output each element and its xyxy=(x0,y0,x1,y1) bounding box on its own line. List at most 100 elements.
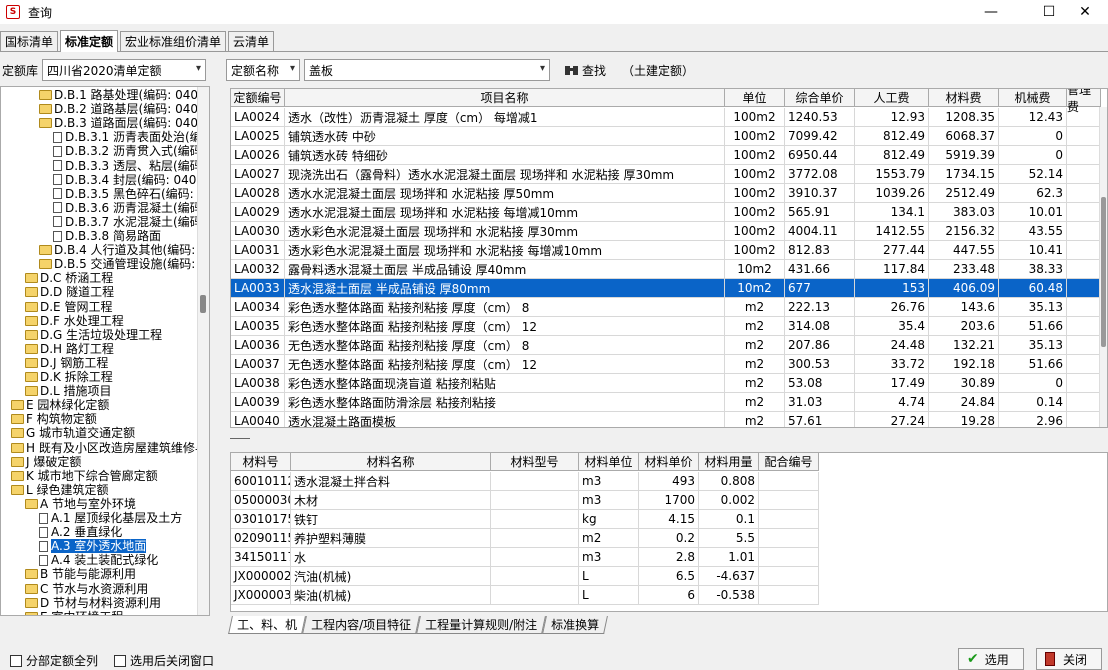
tree-node[interactable]: D.B.3.2 沥青贯入式(编码 xyxy=(53,144,202,158)
column-header[interactable]: 材料用量 xyxy=(699,453,759,471)
checkbox-box[interactable] xyxy=(114,654,126,667)
tree-node[interactable]: D.K 拆除工程 xyxy=(25,370,113,384)
tree-node[interactable]: G 城市轨道交通定额 xyxy=(11,426,135,440)
tree-node[interactable]: D.B.3.8 简易路面 xyxy=(53,229,161,243)
tree-node-label: D 节材与材料资源利用 xyxy=(40,595,162,610)
tree-node[interactable]: D.C 桥涵工程 xyxy=(25,271,113,285)
column-header[interactable]: 材料单位 xyxy=(579,453,639,471)
column-header[interactable]: 材料型号 xyxy=(491,453,579,471)
tree-node[interactable]: D.B.3.3 透层、粘层(编码 xyxy=(53,159,202,173)
source-tabs: 国标清单 标准定额 宏业标准组价清单 云清单 xyxy=(0,30,1108,52)
column-header[interactable]: 单位 xyxy=(725,89,785,107)
tree-node-label: D.B.3.1 沥青表面处治(编 xyxy=(65,130,202,145)
tree-node[interactable]: D.E 管网工程 xyxy=(25,300,112,314)
table-cell: 4.74 xyxy=(855,393,929,412)
column-header[interactable]: 材料费 xyxy=(929,89,999,107)
column-header[interactable]: 材料号 xyxy=(231,453,291,471)
tree-node-label: D.B.2 道路基层(编码: 040 xyxy=(54,102,198,117)
tree-scroll-thumb[interactable] xyxy=(200,295,206,313)
close-button[interactable]: 关闭 xyxy=(1036,648,1102,670)
tree-node[interactable]: D.B.3.7 水泥混凝土(编码 xyxy=(53,215,202,229)
tree-node[interactable]: D.F 水处理工程 xyxy=(25,314,124,328)
tab-hongye-pricing[interactable]: 宏业标准组价清单 xyxy=(120,31,227,51)
tree-scrollbar[interactable] xyxy=(197,87,209,615)
find-button[interactable]: 查找 xyxy=(564,62,606,79)
tree-node[interactable]: J 爆破定额 xyxy=(11,455,81,469)
tab-cloud-list[interactable]: 云清单 xyxy=(228,31,275,51)
tree-node[interactable]: D.H 路灯工程 xyxy=(25,342,114,356)
list-all-checkbox[interactable]: 分部定额全列 xyxy=(10,652,98,669)
table-cell: 431.66 xyxy=(785,260,855,279)
tree-node[interactable]: K 城市地下综合管廊定额 xyxy=(11,469,158,483)
column-header[interactable]: 管理费 xyxy=(1067,89,1101,114)
table-cell: 30.89 xyxy=(929,374,999,393)
tab-calc-rules[interactable]: 工程量计算规则/附注 xyxy=(416,616,547,634)
table-cell: 812.49 xyxy=(855,127,929,146)
tree-node[interactable]: D.B.3.4 封层(编码: 040 xyxy=(53,173,196,187)
table-cell: m3 xyxy=(579,491,639,510)
tree-node[interactable]: D 节材与材料资源利用 xyxy=(25,596,161,610)
quota-table[interactable]: 定额编号 项目名称 单位 综合单价 人工费 材料费 机械费 管理费 LA0024 透水（改性）沥… xyxy=(230,88,1108,428)
tree-node[interactable]: E 园林绿化定额 xyxy=(11,398,109,412)
tree-node[interactable]: A.3 室外透水地面 xyxy=(39,539,147,554)
column-header[interactable]: 材料单价 xyxy=(639,453,699,471)
tab-national-list[interactable]: 国标清单 xyxy=(0,31,59,51)
column-header[interactable]: 定额编号 xyxy=(231,89,285,107)
tab-standard-quota[interactable]: 标准定额 xyxy=(60,30,119,52)
checkbox-box[interactable] xyxy=(10,654,22,667)
column-header[interactable]: 综合单价 xyxy=(785,89,855,107)
tree-node[interactable]: D.B.3.6 沥青混凝土(编码 xyxy=(53,201,202,215)
tab-work-content[interactable]: 工程内容/项目特征 xyxy=(302,616,420,634)
column-header[interactable]: 配合编号 xyxy=(759,453,819,471)
splitter-handle[interactable] xyxy=(230,438,250,439)
tree-node[interactable]: D.J 钢筋工程 xyxy=(25,356,108,370)
tree-node[interactable]: H 既有及小区改造房屋建筑维修与 xyxy=(11,441,207,455)
tree-node[interactable]: D.B.5 交通管理设施(编码: ( xyxy=(39,257,204,271)
tree-node[interactable]: D.B.3 道路面层(编码: 040 xyxy=(39,116,198,130)
table-cell: 35.4 xyxy=(855,317,929,336)
quota-scrollbar[interactable] xyxy=(1099,107,1107,427)
table-cell xyxy=(759,567,819,586)
tree-node[interactable]: L 绿色建筑定额 xyxy=(11,483,109,497)
table-cell xyxy=(759,529,819,548)
chevron-down-icon: ▾ xyxy=(539,63,545,74)
tree-node[interactable]: F 构筑物定额 xyxy=(11,412,97,426)
tree-node[interactable]: D.B.3.1 沥青表面处治(编 xyxy=(53,130,202,144)
close-after-select-checkbox[interactable]: 选用后关闭窗口 xyxy=(114,652,214,669)
search-field-select[interactable]: 定额名称 ▾ xyxy=(226,59,300,81)
column-header[interactable]: 材料名称 xyxy=(291,453,491,471)
tree-node[interactable]: E 室内环境工程 xyxy=(25,610,123,615)
quota-tree[interactable]: D.B.1 路基处理(编码: 040 D.B.2 道路基层(编码: 040 D.B.… xyxy=(0,86,210,616)
document-icon xyxy=(53,202,62,214)
select-button[interactable]: ✔ 选用 xyxy=(958,648,1024,670)
tree-node[interactable]: D.B.4 人行道及其他(编码: xyxy=(39,243,195,257)
tree-node[interactable]: D.G 生活垃圾处理工程 xyxy=(25,328,162,342)
column-header[interactable]: 机械费 xyxy=(999,89,1067,107)
tree-node[interactable]: D.B.2 道路基层(编码: 040 xyxy=(39,102,198,116)
minimize-button[interactable]: — xyxy=(968,0,1014,24)
material-table[interactable]: 材料号 材料名称 材料型号 材料单位 材料单价 材料用量 配合编号 60010112 透水混凝… xyxy=(230,452,1108,612)
tree-node[interactable]: D.B.3.5 黑色碎石(编码: xyxy=(53,187,194,201)
column-header[interactable]: 项目名称 xyxy=(285,89,725,107)
tree-node[interactable]: A 节地与室外环境 xyxy=(25,497,136,511)
tree-node[interactable]: B 节能与能源利用 xyxy=(25,567,136,581)
tree-node[interactable]: D.D 隧道工程 xyxy=(25,285,114,299)
search-input[interactable]: 盖板 ▾ xyxy=(304,59,550,81)
tab-labor-material-machine[interactable]: 工、料、机 xyxy=(228,616,306,634)
tree-node[interactable]: C 节水与水资源利用 xyxy=(25,582,148,596)
tree-node[interactable]: A.2 垂直绿化 xyxy=(39,525,122,539)
library-select[interactable]: 四川省2020清单定额 ▾ xyxy=(42,59,207,81)
tree-node[interactable]: A.4 装土装配式绿化 xyxy=(39,553,158,567)
tab-standard-conversion[interactable]: 标准换算 xyxy=(542,616,609,634)
tree-node[interactable]: D.L 措施项目 xyxy=(25,384,112,398)
quota-scroll-thumb[interactable] xyxy=(1101,197,1106,347)
folder-icon xyxy=(11,428,24,439)
tree-node[interactable]: D.B.1 路基处理(编码: 040 xyxy=(39,88,198,102)
column-header[interactable]: 人工费 xyxy=(855,89,929,107)
tree-node[interactable]: A.1 屋顶绿化基层及土方 xyxy=(39,511,182,525)
close-window-button[interactable]: ✕ xyxy=(1062,0,1108,24)
library-label: 定额库 xyxy=(2,63,39,78)
table-cell: 1412.55 xyxy=(855,222,929,241)
table-cell: 100m2 xyxy=(725,184,785,203)
table-cell: 透水（改性）沥青混凝土 厚度（cm） 每增减1 xyxy=(285,108,725,127)
